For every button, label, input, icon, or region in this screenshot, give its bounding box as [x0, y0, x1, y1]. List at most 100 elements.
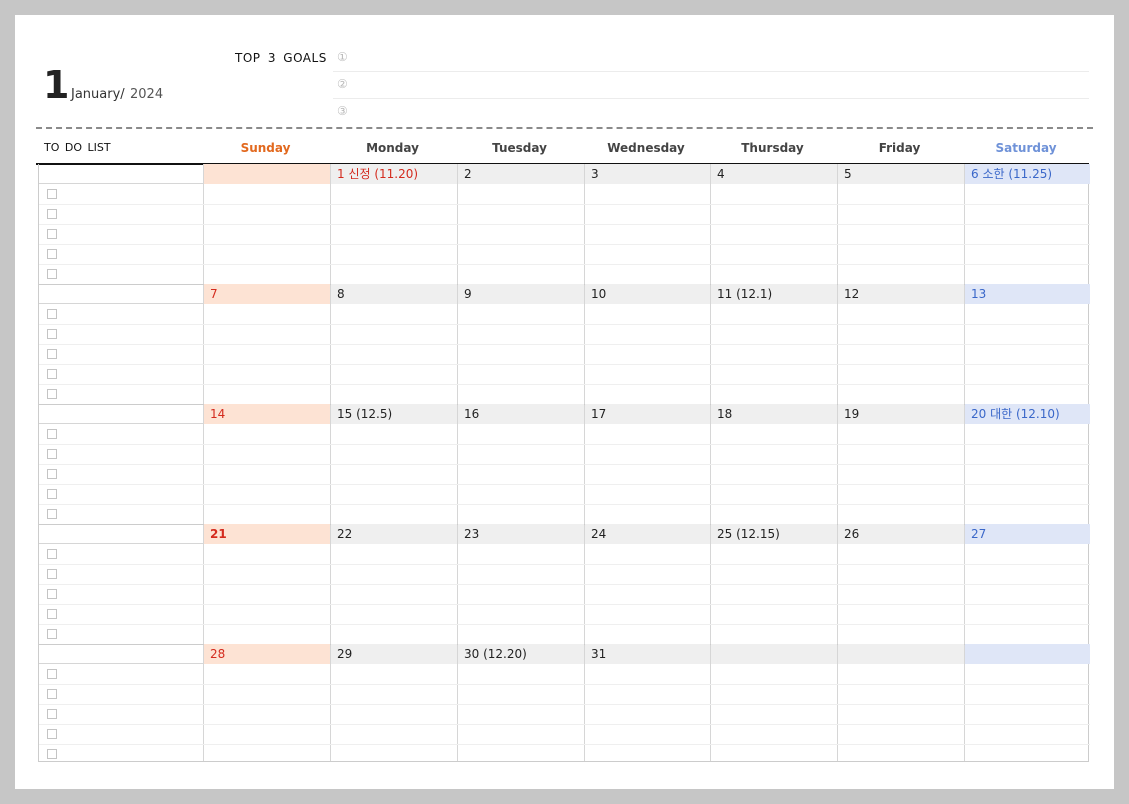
- month-number: 1: [43, 63, 70, 107]
- goals-title: TOP 3 GOALS: [235, 51, 327, 65]
- date-label: 17: [591, 407, 607, 421]
- date-label: 16: [464, 407, 480, 421]
- ruled-line: [39, 264, 1090, 265]
- day-header-tuesday: Tuesday: [492, 141, 547, 155]
- week-row-1: 1 신정 (11.20) 2 3 4 5 6 소한 (11.25): [39, 164, 1090, 284]
- checkbox-icon[interactable]: [47, 549, 57, 559]
- date-label: 19: [844, 407, 860, 421]
- date-cell-saturday[interactable]: [965, 644, 1090, 664]
- date-label: 21: [210, 527, 227, 541]
- date-label: 22: [337, 527, 353, 541]
- ruled-line: [39, 464, 1090, 465]
- week-row-5: 28 29 30 (12.20) 31: [39, 644, 1090, 764]
- day-header-thursday: Thursday: [741, 141, 804, 155]
- date-cell-thursday[interactable]: [711, 164, 837, 184]
- date-label: 1 신정 (11.20): [337, 167, 419, 181]
- ruled-line: [39, 504, 1090, 505]
- checkbox-icon[interactable]: [47, 369, 57, 379]
- ruled-line: [39, 684, 1090, 685]
- ruled-line: [39, 724, 1090, 725]
- ruled-line: [39, 224, 1090, 225]
- checkbox-icon[interactable]: [47, 589, 57, 599]
- ruled-line: [39, 244, 1090, 245]
- checkbox-icon[interactable]: [47, 269, 57, 279]
- goal-row-2[interactable]: ②: [333, 72, 1089, 99]
- date-label: 25 (12.15): [717, 527, 780, 541]
- checkbox-icon[interactable]: [47, 629, 57, 639]
- checkbox-icon[interactable]: [47, 189, 57, 199]
- checkbox-icon[interactable]: [47, 489, 57, 499]
- date-label: 5: [844, 167, 852, 181]
- date-label: 3: [591, 167, 599, 181]
- checkbox-icon[interactable]: [47, 729, 57, 739]
- week-row-3: 14 15 (12.5) 16 17 18 19 20 대한 (12.10): [39, 404, 1090, 524]
- date-cell-tuesday[interactable]: [458, 284, 584, 304]
- date-label: 8: [337, 287, 345, 301]
- date-label: 2: [464, 167, 472, 181]
- date-label: 27: [971, 527, 987, 541]
- checkbox-icon[interactable]: [47, 349, 57, 359]
- checkbox-icon[interactable]: [47, 249, 57, 259]
- ruled-line: [39, 604, 1090, 605]
- date-label: 9: [464, 287, 472, 301]
- date-label: 29: [337, 647, 353, 661]
- day-header-friday: Friday: [878, 141, 921, 155]
- date-cell-friday[interactable]: [838, 164, 964, 184]
- date-cell-wednesday[interactable]: [585, 164, 710, 184]
- date-label: 18: [717, 407, 733, 421]
- date-label: 13: [971, 287, 987, 301]
- week-row-4: 21 22 23 24 25 (12.15) 26 27: [39, 524, 1090, 644]
- ruled-line: [39, 704, 1090, 705]
- goal-row-1[interactable]: ①: [333, 45, 1089, 72]
- checkbox-icon[interactable]: [47, 709, 57, 719]
- ruled-line: [39, 744, 1090, 745]
- goal-number: ②: [337, 77, 348, 91]
- ruled-line: [39, 484, 1090, 485]
- date-label: 24: [591, 527, 607, 541]
- checkbox-icon[interactable]: [47, 609, 57, 619]
- ruled-line: [39, 624, 1090, 625]
- date-label: 4: [717, 167, 725, 181]
- checkbox-icon[interactable]: [47, 669, 57, 679]
- ruled-line: [39, 584, 1090, 585]
- date-label: 30 (12.20): [464, 647, 527, 661]
- goal-number: ③: [337, 104, 348, 118]
- goal-row-3[interactable]: ③: [333, 99, 1089, 126]
- dashed-divider: [36, 127, 1093, 129]
- date-cell-monday[interactable]: [331, 284, 457, 304]
- date-label: 7: [210, 287, 218, 301]
- date-label: 23: [464, 527, 480, 541]
- checkbox-icon[interactable]: [47, 229, 57, 239]
- date-label: 11 (12.1): [717, 287, 773, 301]
- date-label: 12: [844, 287, 860, 301]
- day-header-sunday: Sunday: [240, 141, 291, 155]
- date-label: 15 (12.5): [337, 407, 393, 421]
- day-header-wednesday: Wednesday: [607, 141, 685, 155]
- checkbox-icon[interactable]: [47, 449, 57, 459]
- checkbox-icon[interactable]: [47, 569, 57, 579]
- checkbox-icon[interactable]: [47, 749, 57, 759]
- checkbox-icon[interactable]: [47, 329, 57, 339]
- checkbox-icon[interactable]: [47, 689, 57, 699]
- ruled-line: [39, 444, 1090, 445]
- checkbox-icon[interactable]: [47, 209, 57, 219]
- ruled-line: [39, 564, 1090, 565]
- date-cell-tuesday[interactable]: [458, 164, 584, 184]
- ruled-line: [39, 364, 1090, 365]
- checkbox-icon[interactable]: [47, 309, 57, 319]
- checkbox-icon[interactable]: [47, 469, 57, 479]
- ruled-line: [39, 384, 1090, 385]
- checkbox-icon[interactable]: [47, 509, 57, 519]
- checkbox-icon[interactable]: [47, 389, 57, 399]
- date-label: 10: [591, 287, 607, 301]
- checkbox-icon[interactable]: [47, 429, 57, 439]
- date-cell-friday[interactable]: [838, 644, 964, 664]
- date-label: 6 소한 (11.25): [971, 167, 1053, 181]
- date-label: 26: [844, 527, 860, 541]
- date-cell-sunday[interactable]: [204, 284, 330, 304]
- date-label: 28: [210, 647, 226, 661]
- ruled-line: [39, 204, 1090, 205]
- date-cell-thursday[interactable]: [711, 644, 837, 664]
- month-name: January/: [71, 87, 125, 102]
- date-cell-sunday[interactable]: [204, 164, 330, 184]
